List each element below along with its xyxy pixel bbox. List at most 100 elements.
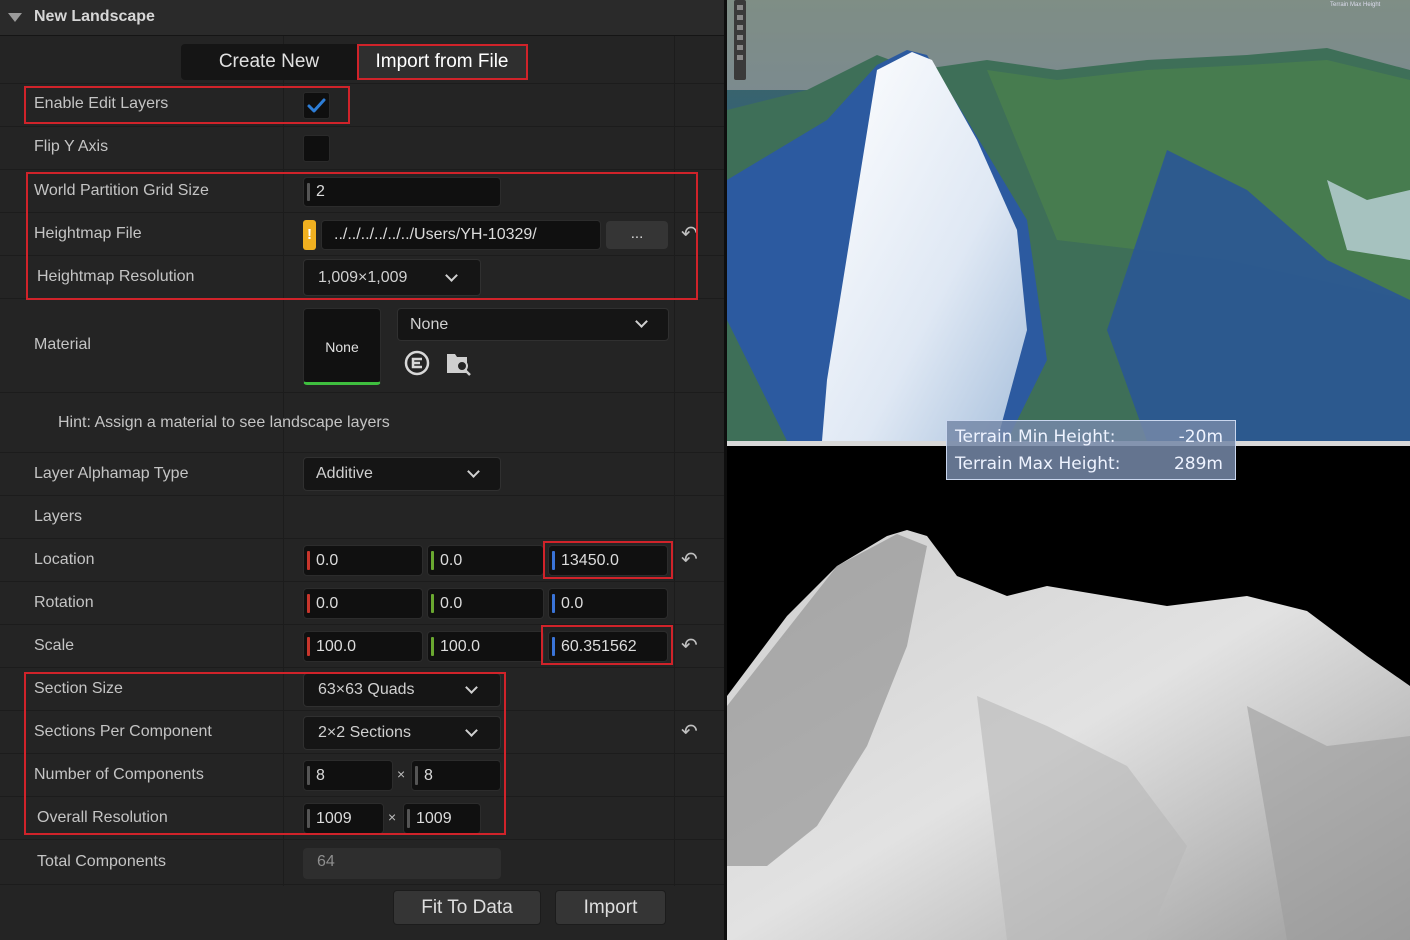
row-world-partition-grid-size: World Partition Grid Size 2 (0, 170, 724, 213)
row-sections-per-component: Sections Per Component 2×2 Sections ↶ (0, 711, 724, 754)
material-thumbnail[interactable]: None (303, 308, 381, 385)
world-partition-grid-size-label: World Partition Grid Size (34, 182, 209, 199)
chevron-down-icon (465, 681, 478, 694)
heightmap-resolution-dropdown[interactable]: 1,009×1,009 (303, 259, 481, 296)
row-hint: Hint: Assign a material to see landscape… (0, 393, 724, 453)
rotation-z-value: 0.0 (561, 595, 584, 612)
reset-to-default-icon[interactable]: ↶ (681, 224, 703, 244)
world-partition-grid-size-input[interactable]: 2 (303, 177, 501, 207)
terrain-max-height-value: 289m (1173, 454, 1223, 474)
rotation-x-input[interactable]: 0.0 (303, 588, 423, 619)
resolution-x-input[interactable]: 1009 (303, 803, 384, 834)
sections-per-component-value: 2×2 Sections (318, 724, 411, 741)
heightmap-file-path-input[interactable]: ../../../../../../Users/YH-10329/ (321, 220, 601, 250)
field-grip (407, 809, 410, 828)
terrain-height-info-box: Terrain Min Height: -20m Terrain Max Hei… (946, 420, 1236, 480)
reset-to-default-icon[interactable]: ↶ (681, 636, 703, 656)
rotation-z-input[interactable]: 0.0 (548, 588, 668, 619)
components-y-input[interactable]: 8 (411, 760, 501, 791)
reset-to-default-icon[interactable]: ↶ (681, 550, 703, 570)
row-overall-resolution: Overall Resolution 1009 × 1009 (0, 797, 724, 840)
heightmap-resolution-label: Heightmap Resolution (37, 268, 195, 285)
rotation-y-input[interactable]: 0.0 (427, 588, 544, 619)
rotation-x-value: 0.0 (316, 595, 339, 612)
chevron-down-icon (445, 269, 458, 282)
scale-label: Scale (34, 637, 75, 654)
resolution-x-value: 1009 (316, 810, 352, 827)
row-material: Material None None (0, 299, 724, 393)
grayscale-terrain-viewport[interactable] (727, 446, 1410, 940)
heightmap-resolution-value: 1,009×1,009 (318, 269, 408, 286)
axis-y-bar (431, 637, 434, 656)
material-dropdown[interactable]: None (397, 308, 669, 341)
resolution-y-value: 1009 (416, 810, 452, 827)
location-label: Location (34, 551, 95, 568)
row-total-components: Total Components 64 (0, 840, 724, 885)
row-location: Location 0.0 0.0 13450.0 ↶ (0, 539, 724, 582)
location-x-input[interactable]: 0.0 (303, 545, 423, 576)
collapse-triangle-icon[interactable] (8, 13, 22, 22)
resolution-y-input[interactable]: 1009 (403, 803, 481, 834)
field-grip (415, 766, 418, 785)
heightmap-file-label: Heightmap File (34, 225, 142, 242)
terrain-min-height-label: Terrain Min Height: (955, 427, 1116, 447)
grayscale-terrain-image (727, 446, 1410, 940)
panel-header[interactable]: New Landscape (0, 0, 724, 36)
location-y-value: 0.0 (440, 552, 463, 569)
axis-y-bar (431, 551, 434, 570)
field-grip (307, 183, 310, 201)
viewport-toolbar[interactable] (734, 0, 746, 80)
axis-z-bar (552, 594, 555, 613)
layer-alphamap-type-label: Layer Alphamap Type (34, 465, 189, 482)
colored-terrain-image (727, 0, 1410, 441)
sections-per-component-label: Sections Per Component (34, 723, 212, 740)
section-size-value: 63×63 Quads (318, 681, 415, 698)
axis-z-bar (552, 551, 555, 570)
scale-x-input[interactable]: 100.0 (303, 631, 423, 662)
scale-y-value: 100.0 (440, 638, 481, 655)
section-size-dropdown[interactable]: 63×63 Quads (303, 673, 501, 707)
reset-to-default-icon[interactable]: ↶ (681, 722, 703, 742)
field-grip (307, 766, 310, 785)
row-flip-y-axis: Flip Y Axis (0, 127, 724, 170)
flip-y-axis-label: Flip Y Axis (34, 138, 109, 155)
enable-edit-layers-checkbox[interactable] (303, 92, 330, 119)
warning-icon: ! (303, 220, 316, 250)
flip-y-axis-checkbox[interactable] (303, 135, 330, 162)
row-rotation: Rotation 0.0 0.0 0.0 (0, 582, 724, 625)
scale-z-input[interactable]: 60.351562 (548, 631, 668, 662)
fit-to-data-button[interactable]: Fit To Data (393, 890, 541, 925)
use-selected-asset-icon[interactable] (404, 350, 430, 376)
axis-x-bar (307, 637, 310, 656)
row-heightmap-resolution: Heightmap Resolution 1,009×1,009 (0, 256, 724, 299)
scale-z-value: 60.351562 (561, 638, 637, 655)
browse-file-button[interactable]: ... (606, 221, 668, 249)
components-x-input[interactable]: 8 (303, 760, 393, 791)
sections-per-component-dropdown[interactable]: 2×2 Sections (303, 716, 501, 750)
location-z-input[interactable]: 13450.0 (548, 545, 668, 576)
scale-y-input[interactable]: 100.0 (427, 631, 544, 662)
new-landscape-panel: New Landscape Create New Import from Fil… (0, 0, 724, 940)
colored-terrain-viewport[interactable] (727, 0, 1410, 441)
axis-x-bar (307, 594, 310, 613)
world-partition-grid-size-value: 2 (316, 183, 325, 200)
components-x-value: 8 (316, 767, 325, 784)
location-y-input[interactable]: 0.0 (427, 545, 544, 576)
tab-import-from-file[interactable]: Import from File (357, 44, 527, 80)
terrain-min-height-value: -20m (1178, 427, 1223, 447)
field-grip (307, 809, 310, 828)
tab-create-new[interactable]: Create New (181, 44, 357, 80)
browse-to-asset-icon[interactable] (445, 349, 473, 377)
layer-alphamap-type-value: Additive (316, 465, 373, 482)
row-enable-edit-layers: Enable Edit Layers (0, 84, 724, 127)
section-size-label: Section Size (34, 680, 123, 697)
import-button[interactable]: Import (555, 890, 666, 925)
axis-x-bar (307, 551, 310, 570)
total-components-label: Total Components (37, 853, 166, 870)
checkmark-icon (307, 98, 326, 113)
axis-y-bar (431, 594, 434, 613)
chevron-down-icon (635, 315, 648, 328)
layer-alphamap-type-dropdown[interactable]: Additive (303, 457, 501, 491)
material-thumbnail-label: None (325, 339, 359, 355)
row-layer-alphamap-type: Layer Alphamap Type Additive (0, 453, 724, 496)
